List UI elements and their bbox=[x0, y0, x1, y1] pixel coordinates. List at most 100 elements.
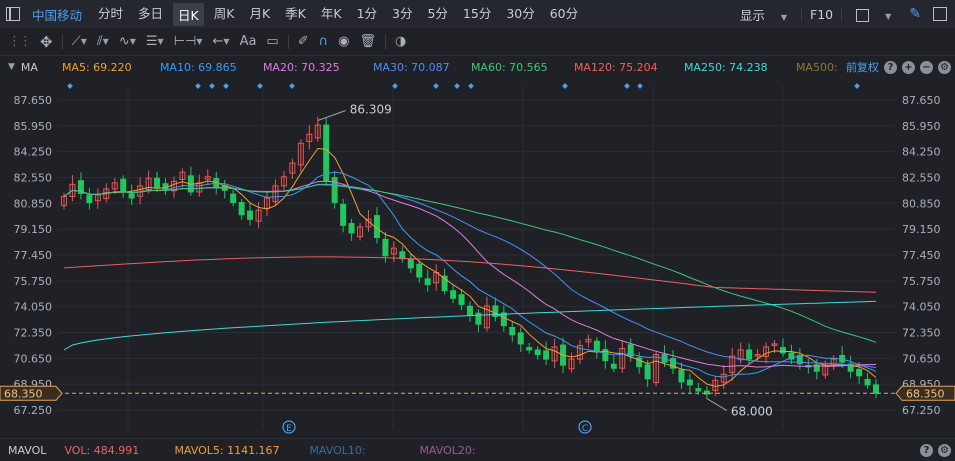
adjust-mode[interactable]: 前复权 bbox=[846, 59, 879, 75]
divider bbox=[287, 34, 289, 49]
candle-body-85 bbox=[779, 347, 786, 354]
tab-timeframe-1[interactable]: 多日 bbox=[138, 3, 163, 26]
candle-body-63 bbox=[593, 340, 600, 352]
tab-timeframe-5[interactable]: 季K bbox=[285, 3, 306, 26]
add-icon[interactable]: + bbox=[902, 60, 915, 74]
text-tool-icon[interactable]: Aa bbox=[240, 34, 257, 49]
event-circle-label-E: E bbox=[286, 424, 292, 434]
event-marker-11 bbox=[624, 83, 630, 89]
y-tick-left-6: 77.450 bbox=[14, 249, 53, 262]
ma-value-0: MA5: 69.220 bbox=[61, 60, 132, 74]
toggle-drawings-icon[interactable]: ◑ bbox=[395, 34, 406, 49]
stock-name[interactable]: 中国移动 bbox=[32, 5, 82, 24]
y-tick-left-1: 85.950 bbox=[14, 120, 53, 133]
measure-tool-icon[interactable]: ⊢⊣ ▼ bbox=[174, 34, 203, 49]
display-menu[interactable]: 显示 ▼ bbox=[734, 5, 793, 24]
y-tick-right-2: 84.250 bbox=[902, 146, 941, 159]
kline-chart[interactable]: 87.650 87.650 85.950 85.950 84.250 84.250 82.5… bbox=[0, 78, 955, 438]
tab-timeframe-8[interactable]: 3分 bbox=[392, 3, 412, 26]
event-marker-9 bbox=[468, 83, 474, 89]
candle-body-43 bbox=[424, 278, 431, 286]
collapse-indicator-icon[interactable]: ▼ bbox=[8, 62, 15, 72]
y-tick-right-8: 74.050 bbox=[902, 301, 941, 314]
candle-body-57 bbox=[543, 350, 550, 360]
right-tools: 显示 ▼ F10 ▼ ✎ bbox=[728, 0, 955, 28]
indicator-controls: ? + − ⚙ bbox=[879, 60, 951, 74]
tab-timeframe-7[interactable]: 1分 bbox=[357, 3, 377, 26]
f10-button[interactable]: F10 bbox=[810, 7, 833, 22]
main-indicator-label[interactable]: MA bbox=[21, 61, 38, 74]
remove-icon[interactable]: − bbox=[920, 60, 933, 74]
event-marker-7 bbox=[433, 83, 439, 89]
candle-body-46 bbox=[450, 290, 457, 299]
magnet-icon[interactable]: ∩ bbox=[319, 34, 329, 49]
candle-body-56 bbox=[534, 349, 541, 356]
question-icon[interactable]: ? bbox=[884, 60, 897, 74]
tab-timeframe-10[interactable]: 15分 bbox=[463, 3, 491, 26]
line-tool-icon[interactable]: ⟋ ▼ bbox=[72, 34, 87, 49]
candle-body-8 bbox=[128, 193, 135, 199]
trash-icon[interactable]: 🗑 bbox=[359, 34, 376, 49]
tab-timeframe-3[interactable]: 周K bbox=[214, 3, 235, 26]
fib-tool-icon[interactable]: ☰ ▼ bbox=[146, 34, 164, 49]
tab-timeframe-0[interactable]: 分时 bbox=[98, 3, 123, 26]
candle-body-34 bbox=[348, 223, 355, 234]
volume-legend: MAVOL VOL: 484.991 MAVOL5: 1141.167 MAVOL1… bbox=[0, 438, 955, 461]
eraser-icon[interactable]: ✐ bbox=[298, 34, 309, 49]
y-tick-right-0: 87.650 bbox=[902, 94, 941, 107]
y-tick-right-10: 70.650 bbox=[902, 352, 941, 365]
y-tick-left-2: 84.250 bbox=[14, 146, 53, 159]
y-tick-left-12: 67.250 bbox=[14, 404, 53, 417]
eye-icon[interactable]: ◉ bbox=[338, 34, 349, 49]
candle-body-22 bbox=[247, 210, 254, 220]
tab-timeframe-11[interactable]: 30分 bbox=[506, 3, 534, 26]
arrow-tool-icon[interactable]: ← ▼ bbox=[213, 34, 230, 49]
candle-body-53 bbox=[509, 326, 516, 336]
event-marker-1 bbox=[195, 83, 201, 89]
chart-style-menu[interactable]: ▼ bbox=[850, 7, 897, 22]
vol-value-0: VOL: 484.991 bbox=[64, 443, 140, 457]
chevron-down-icon: ▼ bbox=[157, 37, 164, 46]
candle-body-96 bbox=[873, 384, 879, 394]
tab-timeframe-2[interactable]: 日K bbox=[173, 2, 204, 26]
maximize-icon[interactable] bbox=[933, 7, 947, 21]
y-tick-right-1: 85.950 bbox=[902, 120, 941, 133]
ma-value-1: MA10: 69.865 bbox=[159, 60, 237, 74]
tab-timeframe-4[interactable]: 月K bbox=[249, 3, 270, 26]
ma-value-7: MA500: bbox=[795, 60, 838, 74]
high-label: 86.309 bbox=[350, 103, 392, 117]
wave-tool-icon[interactable]: ∿ ▼ bbox=[119, 34, 136, 49]
note-tool-icon[interactable]: ▭ bbox=[266, 34, 278, 49]
indicator-legend: ▼ MA MA5: 69.220 MA10: 69.865 MA20: 70.325… bbox=[0, 56, 955, 78]
tab-timeframe-12[interactable]: 60分 bbox=[550, 3, 578, 26]
vol-value-2: MAVOL10: bbox=[309, 443, 366, 457]
event-circle-label-C: C bbox=[582, 424, 588, 434]
candle-body-7 bbox=[120, 178, 127, 193]
chevron-down-icon: ▼ bbox=[780, 12, 788, 22]
candle-body-11 bbox=[154, 177, 161, 188]
pen-icon[interactable]: ✎ bbox=[909, 6, 921, 22]
tab-timeframe-6[interactable]: 年K bbox=[321, 3, 342, 26]
volume-controls: ? ⚙ bbox=[915, 443, 951, 457]
ma-value-4: MA60: 70.565 bbox=[470, 60, 548, 74]
event-marker-2 bbox=[209, 83, 215, 89]
series-ma120 bbox=[63, 256, 877, 293]
event-marker-12 bbox=[637, 83, 643, 89]
settings-icon[interactable]: ⚙ bbox=[938, 60, 951, 74]
chevron-down-icon: ▼ bbox=[129, 37, 136, 46]
question-icon[interactable]: ? bbox=[920, 443, 933, 457]
settings-icon[interactable]: ⚙ bbox=[938, 443, 951, 457]
sidebar-toggle-icon[interactable] bbox=[6, 7, 20, 21]
volume-label[interactable]: MAVOL bbox=[8, 444, 46, 457]
channel-tool-icon[interactable]: ⫽ ▼ bbox=[97, 34, 109, 49]
low-leader bbox=[706, 398, 728, 412]
crosshair-icon[interactable]: ✥ bbox=[40, 33, 53, 51]
vol-value-1: MAVOL5: 1141.167 bbox=[174, 443, 280, 457]
vol-value-3: MAVOL20: bbox=[419, 443, 476, 457]
chevron-down-icon: ▼ bbox=[102, 37, 109, 46]
event-marker-4 bbox=[257, 83, 263, 89]
event-marker-0 bbox=[67, 83, 73, 89]
candle-body-75 bbox=[695, 388, 702, 392]
drag-handle-icon[interactable]: ⋮⋮ bbox=[8, 34, 32, 49]
tab-timeframe-9[interactable]: 5分 bbox=[427, 3, 447, 26]
